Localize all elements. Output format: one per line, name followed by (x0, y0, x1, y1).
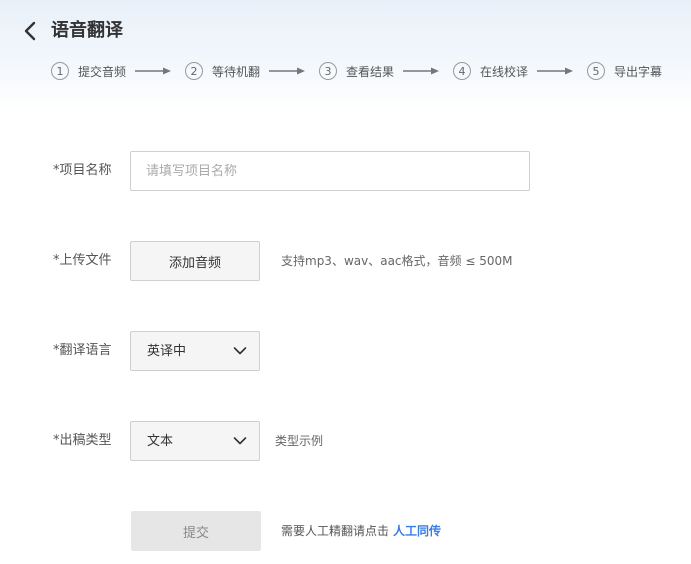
step-label: 等待机翻 (212, 64, 261, 79)
output-type-select[interactable]: 文本 (130, 421, 260, 461)
progress-steps: 1 提交音频 2 等待机翻 3 查看结果 4 在线校译 5 导出字幕 (51, 61, 691, 81)
output-type-select-value: 文本 (147, 434, 174, 449)
back-arrow-icon[interactable] (18, 18, 44, 44)
type-example-link[interactable]: 类型示例 (275, 432, 323, 450)
step-number: 4 (453, 62, 471, 80)
step-arrow-icon (269, 67, 305, 75)
page-header: 语音翻译 1 提交音频 2 等待机翻 3 查看结果 4 在线校译 5 导出字幕 (0, 0, 691, 110)
step-number: 5 (587, 62, 605, 80)
step-label: 在线校译 (480, 64, 529, 79)
manual-translation-hint: 需要人工精翻请点击 人工同传 (281, 522, 441, 540)
step-1: 1 提交音频 (51, 61, 126, 81)
step-number: 1 (51, 62, 69, 80)
step-number: 3 (319, 62, 337, 80)
step-2: 2 等待机翻 (185, 61, 260, 81)
chevron-down-icon (233, 437, 247, 445)
submit-button[interactable]: 提交 (131, 511, 261, 551)
page-title: 语音翻译 (51, 20, 123, 41)
step-label: 查看结果 (346, 64, 395, 79)
upload-format-hint: 支持mp3、wav、aac格式，音频 ≤ 500M (281, 254, 513, 268)
step-number: 2 (185, 62, 203, 80)
language-select[interactable]: 英译中 (130, 331, 260, 371)
output-type-label: *出稿类型 (53, 433, 112, 448)
chevron-down-icon (233, 347, 247, 355)
human-interpretation-link[interactable]: 人工同传 (393, 524, 441, 538)
language-select-value: 英译中 (147, 344, 187, 359)
project-name-input[interactable] (130, 151, 530, 191)
step-arrow-icon (403, 67, 439, 75)
project-name-label: *项目名称 (53, 163, 112, 178)
step-3: 3 查看结果 (319, 61, 394, 81)
step-label: 提交音频 (78, 64, 127, 79)
step-arrow-icon (537, 67, 573, 75)
step-4: 4 在线校译 (453, 61, 528, 81)
step-5: 5 导出字幕 (587, 61, 662, 81)
add-audio-button[interactable]: 添加音频 (130, 241, 260, 281)
step-arrow-icon (135, 67, 171, 75)
step-label: 导出字幕 (614, 64, 663, 79)
translate-language-label: *翻译语言 (53, 343, 112, 358)
upload-file-label: *上传文件 (53, 253, 112, 268)
manual-translation-hint-text: 需要人工精翻请点击 (281, 524, 390, 538)
